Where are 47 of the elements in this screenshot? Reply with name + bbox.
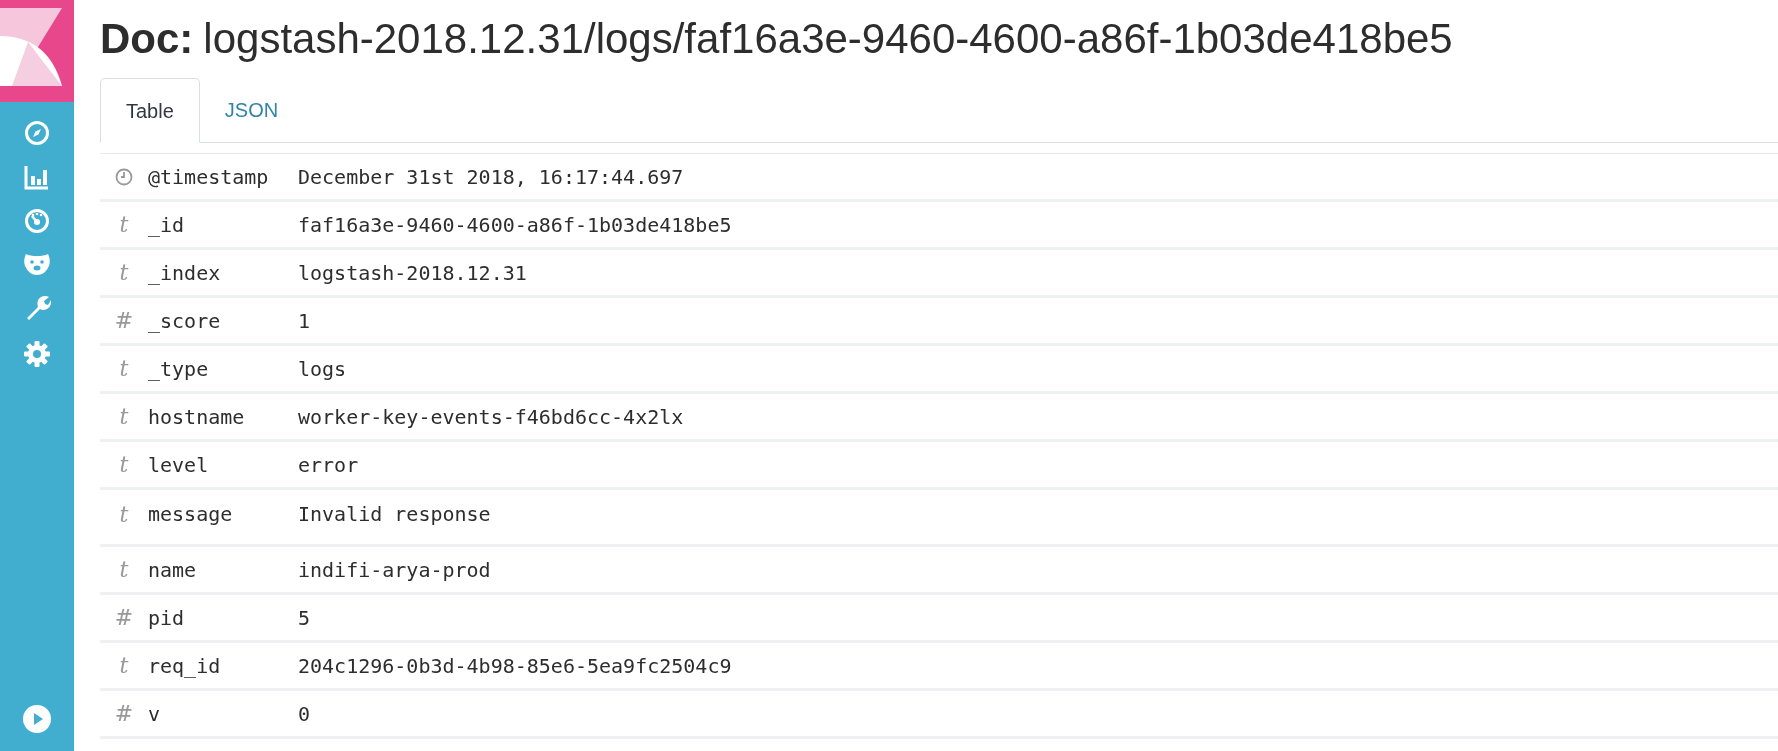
field-value: faf16a3e-9460-4600-a86f-1b03de418be5 xyxy=(298,211,732,239)
field-name: v xyxy=(148,700,162,728)
field-value: 1 xyxy=(298,307,311,335)
field-name: @timestamp xyxy=(148,163,270,191)
field-name: message xyxy=(148,501,234,528)
tab[interactable]: JSON xyxy=(199,77,304,142)
settings-icon[interactable] xyxy=(23,340,51,368)
field-type-icon: # xyxy=(114,304,134,337)
field-value: error xyxy=(298,451,359,479)
field-value: 204c1296-0b3d-4b98-85e6-5ea9fc2504c9 xyxy=(298,652,732,680)
field-name: pid xyxy=(148,604,186,632)
field-value: logstash-2018.12.31 xyxy=(298,259,527,287)
field-value: logs xyxy=(298,355,347,383)
field-value: 0 xyxy=(298,700,311,728)
field-type-icon: # xyxy=(114,697,134,730)
field-value: December 31st 2018, 16:17:44.697 xyxy=(298,163,684,191)
field-name: hostname xyxy=(148,403,246,431)
field-name: _type xyxy=(148,355,210,383)
field-type-icon: t xyxy=(119,352,129,385)
field-name: _index xyxy=(148,259,222,287)
field-type-icon: t xyxy=(119,553,129,586)
field-type-icon: # xyxy=(114,601,134,634)
doc-label: Doc: xyxy=(100,18,194,60)
compass-icon[interactable] xyxy=(24,120,50,146)
gauge-icon[interactable] xyxy=(24,208,50,234)
field-value: indifi-arya-prod xyxy=(298,556,491,584)
field-type-icon: t xyxy=(119,497,129,531)
field-value: worker-key-events-f46bd6cc-4x2lx xyxy=(298,403,684,431)
field-name: level xyxy=(148,451,210,479)
field-value: Invalid response xyxy=(298,501,491,528)
logo-icon[interactable] xyxy=(0,0,74,102)
bear-icon[interactable] xyxy=(23,252,51,276)
field-type-icon: t xyxy=(119,400,129,433)
tab[interactable]: Table xyxy=(100,78,200,143)
field-type-icon: t xyxy=(119,649,129,682)
field-type-icon: t xyxy=(119,208,129,241)
field-type-icon: t xyxy=(119,448,129,481)
field-name: req_id xyxy=(148,652,222,680)
field-name: name xyxy=(148,556,198,584)
field-type-icon: t xyxy=(119,256,129,289)
play-icon[interactable] xyxy=(23,705,51,733)
field-value: 5 xyxy=(298,604,311,632)
field-name: _score xyxy=(148,307,222,335)
document-path: logstash-2018.12.31/logs/faf16a3e-9460-4600-a86f-1b03de418be5 xyxy=(203,18,1453,60)
clock-icon xyxy=(115,167,133,186)
field-name: _id xyxy=(148,211,186,239)
bar-chart-icon[interactable] xyxy=(24,164,50,190)
